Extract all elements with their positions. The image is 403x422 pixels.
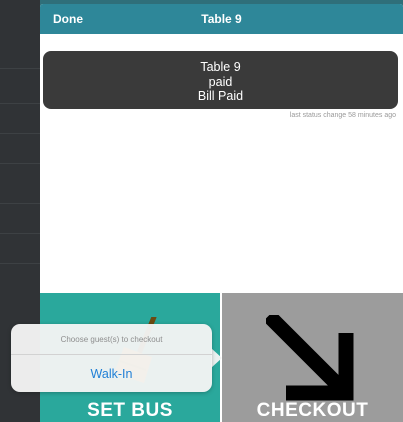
divider: [0, 233, 40, 234]
table-status-card: Table 9 paid Bill Paid: [43, 51, 398, 109]
divider: [0, 263, 40, 264]
status-table-name: Table 9: [200, 60, 241, 74]
modal-nav-bar: Done Table 9: [40, 4, 403, 34]
arrow-down-right-icon: [266, 315, 354, 401]
divider: [0, 103, 40, 104]
walk-in-option[interactable]: Walk-In: [11, 367, 212, 381]
divider: [0, 163, 40, 164]
divider: [0, 68, 40, 69]
popover-arrow: [211, 348, 222, 368]
status-payment: paid: [208, 74, 233, 89]
modal-title: Table 9: [201, 12, 242, 26]
popover-divider: [11, 354, 212, 355]
divider: [0, 203, 40, 204]
checkout-label: CHECKOUT: [256, 400, 369, 421]
divider: [0, 133, 40, 134]
checkout-guest-popover: Choose guest(s) to checkout Walk-In: [11, 324, 212, 392]
set-bus-label: SET BUS: [87, 400, 173, 421]
status-timestamp: last status change 58 minutes ago: [289, 112, 396, 119]
checkout-button[interactable]: CHECKOUT: [222, 293, 403, 422]
status-bill: Bill Paid: [197, 89, 244, 103]
popover-title: Choose guest(s) to checkout: [60, 335, 163, 344]
